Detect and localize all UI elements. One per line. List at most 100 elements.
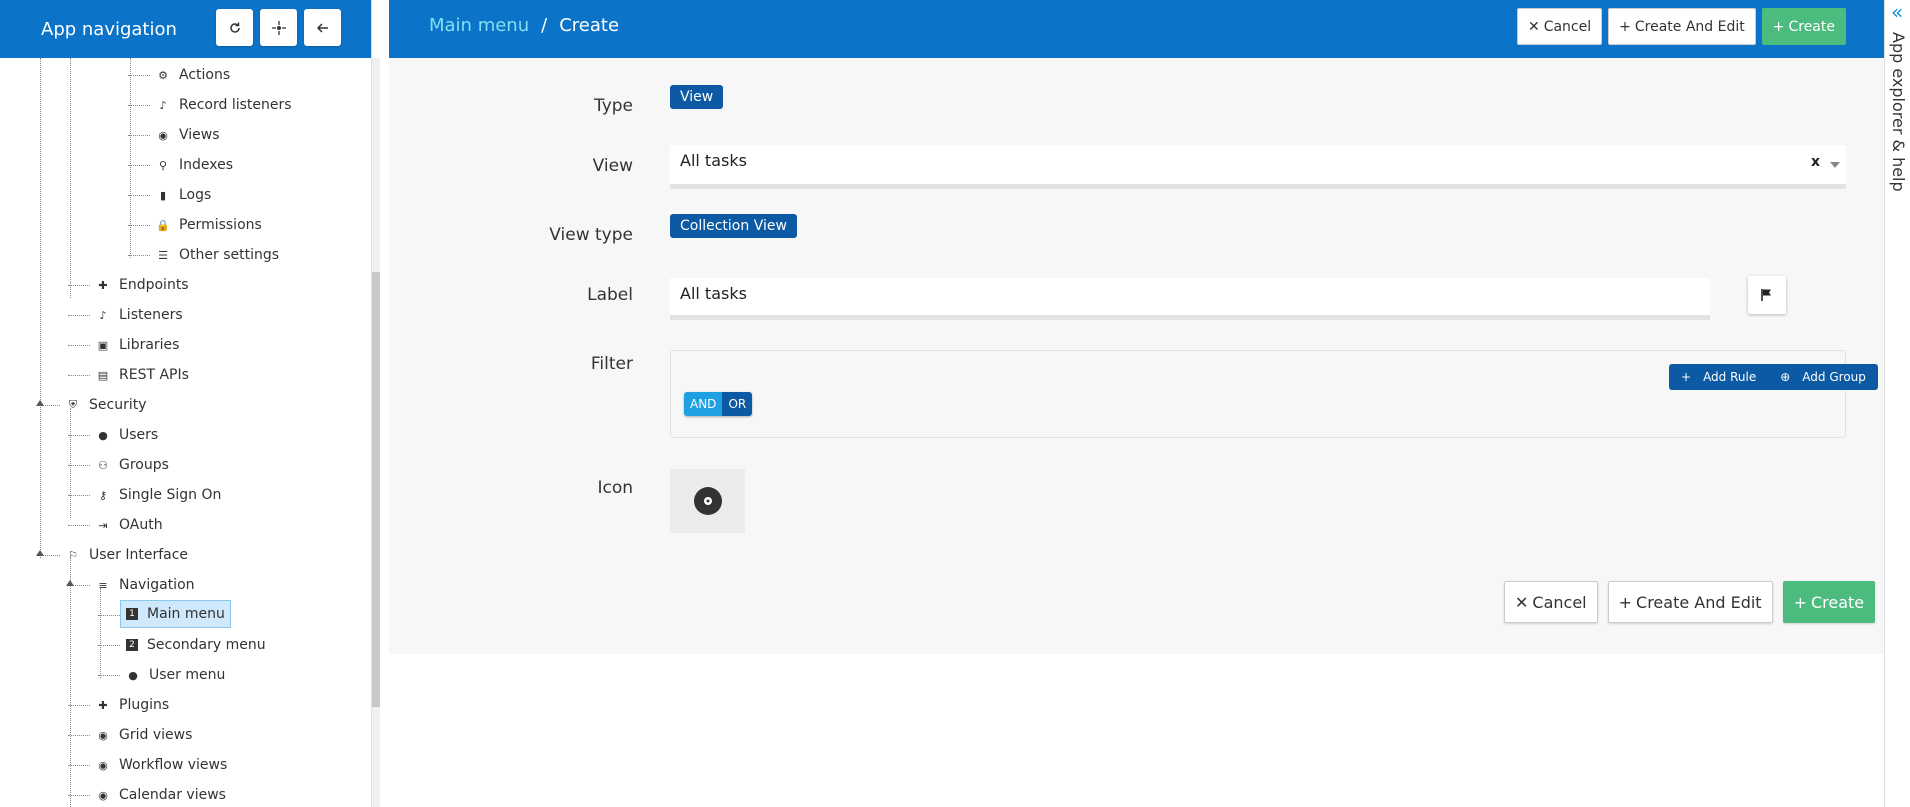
back-button[interactable] bbox=[304, 9, 341, 46]
tree-item-label: User Interface bbox=[89, 547, 189, 563]
tree-item-indexes[interactable]: ⚲ Indexes bbox=[156, 150, 233, 180]
label-field-label: Label bbox=[587, 285, 633, 305]
close-icon: ✕ bbox=[1527, 18, 1540, 35]
tree-connector bbox=[68, 525, 90, 526]
tree-connector bbox=[98, 645, 120, 646]
eye-icon: ◉ bbox=[98, 758, 108, 772]
translate-flag-button[interactable] bbox=[1748, 276, 1786, 314]
tree-item-views[interactable]: ◉ Views bbox=[156, 120, 220, 150]
tree-item-label: REST APIs bbox=[119, 367, 189, 383]
tree-connector bbox=[68, 345, 90, 346]
tree-connector bbox=[98, 615, 120, 616]
tree-item-main-menu[interactable]: 1 Main menu bbox=[120, 600, 231, 628]
tree-item-user-menu[interactable]: ● User menu bbox=[126, 660, 225, 690]
locate-button[interactable] bbox=[260, 9, 297, 46]
type-label: Type bbox=[593, 96, 633, 116]
caret-expanded-icon[interactable] bbox=[66, 580, 74, 586]
tree-connector bbox=[128, 195, 150, 196]
nav-header: App navigation bbox=[0, 0, 371, 58]
tree-item-user-interface[interactable]: ⚐ User Interface bbox=[66, 540, 188, 570]
type-tag[interactable]: View bbox=[670, 85, 724, 109]
bookmark-icon: ▮ bbox=[159, 188, 167, 202]
tree-item-security[interactable]: ⛨ Security bbox=[66, 390, 147, 420]
tree-item-rest-apis[interactable]: ▤ REST APIs bbox=[96, 360, 189, 390]
tree-item-permissions[interactable]: 🔒 Permissions bbox=[156, 210, 262, 240]
tree-connector bbox=[128, 255, 150, 256]
tree-item-listeners[interactable]: ♪ Listeners bbox=[96, 300, 182, 330]
tree-item-users[interactable]: ● Users bbox=[96, 420, 158, 450]
tree-item-label: OAuth bbox=[119, 517, 163, 533]
tree-item-groups[interactable]: ⚇ Groups bbox=[96, 450, 169, 480]
tree-item-label: Views bbox=[179, 127, 220, 143]
create-and-edit-label: Create And Edit bbox=[1636, 592, 1762, 612]
caret-expanded-icon[interactable] bbox=[36, 400, 44, 406]
cancel-button-bottom[interactable]: ✕ Cancel bbox=[1504, 581, 1598, 623]
breadcrumb: Main menu / Create bbox=[429, 15, 619, 36]
tree-item-other-settings[interactable]: ☰ Other settings bbox=[156, 240, 279, 270]
view-clear-button[interactable]: x bbox=[1811, 154, 1820, 170]
create-label: Create bbox=[1810, 592, 1865, 612]
user-circle-icon: ● bbox=[98, 428, 108, 442]
tree-guide-line bbox=[40, 58, 41, 558]
tree-item-label: Actions bbox=[179, 67, 231, 83]
tree-item-single-sign-on[interactable]: ⚷ Single Sign On bbox=[96, 480, 221, 510]
nav-title: App navigation bbox=[41, 18, 177, 40]
tree-item-libraries[interactable]: ▣ Libraries bbox=[96, 330, 180, 360]
view-type-tag[interactable]: Collection View bbox=[670, 214, 797, 238]
and-button[interactable]: AND bbox=[684, 392, 723, 416]
tree-item-actions[interactable]: ⚙ Actions bbox=[156, 60, 230, 90]
tree-guide-line bbox=[100, 588, 101, 678]
tree-item-grid-views[interactable]: ◉ Grid views bbox=[96, 720, 192, 750]
top-actions: ✕ Cancel + Create And Edit + Create bbox=[1516, 8, 1846, 45]
app-explorer-label[interactable]: App explorer & help bbox=[1889, 32, 1908, 192]
rule-buttons: + Add Rule ⊕ Add Group bbox=[1669, 364, 1878, 390]
tree-item-label: Logs bbox=[179, 187, 212, 203]
tree-item-navigation[interactable]: ≡ Navigation bbox=[96, 570, 194, 600]
shield-icon: ⛨ bbox=[68, 398, 78, 411]
tree-item-label: Grid views bbox=[119, 727, 193, 743]
refresh-button[interactable] bbox=[216, 9, 253, 46]
ear-icon: ♪ bbox=[159, 98, 167, 112]
view-type-label: View type bbox=[549, 225, 633, 245]
add-group-button[interactable]: ⊕ Add Group bbox=[1768, 364, 1878, 390]
breadcrumb-main-menu-link[interactable]: Main menu bbox=[429, 15, 529, 36]
tree-item-record-listeners[interactable]: ♪ Record listeners bbox=[156, 90, 291, 120]
tree-item-workflow-views[interactable]: ◉ Workflow views bbox=[96, 750, 227, 780]
tree-item-oauth[interactable]: ⇥ OAuth bbox=[96, 510, 163, 540]
tree-item-endpoints[interactable]: ✚ Endpoints bbox=[96, 270, 189, 300]
or-button[interactable]: OR bbox=[722, 392, 753, 416]
tree-item-label: Endpoints bbox=[119, 277, 189, 293]
icon-picker[interactable] bbox=[670, 469, 745, 533]
tree-connector bbox=[68, 705, 90, 706]
label-input[interactable]: All tasks bbox=[670, 278, 1710, 320]
add-rule-button[interactable]: + Add Rule bbox=[1669, 364, 1768, 390]
create-and-edit-label: Create And Edit bbox=[1634, 18, 1745, 35]
create-and-edit-button[interactable]: + Create And Edit bbox=[1608, 8, 1756, 45]
number-1-icon: 1 bbox=[126, 608, 138, 620]
tree-item-secondary-menu[interactable]: 2 Secondary menu bbox=[126, 630, 266, 660]
double-chevron-left-icon[interactable]: « bbox=[1891, 0, 1903, 24]
tree-item-label: Users bbox=[119, 427, 159, 443]
tree-item-logs[interactable]: ▮ Logs bbox=[156, 180, 211, 210]
form-area: Type View View All tasks x View type Col… bbox=[389, 58, 1884, 654]
ui-icon: ⚐ bbox=[68, 548, 78, 562]
number-2-icon: 2 bbox=[126, 639, 138, 651]
tree-item-label: Calendar views bbox=[119, 787, 226, 803]
create-and-edit-button-bottom[interactable]: + Create And Edit bbox=[1607, 581, 1773, 623]
tree-item-plugins[interactable]: ✚ Plugins bbox=[96, 690, 169, 720]
plus-icon: + bbox=[1619, 18, 1631, 35]
chevron-down-icon[interactable] bbox=[1830, 162, 1840, 168]
nav-scrollbar-thumb[interactable] bbox=[372, 272, 380, 707]
flag-icon bbox=[1761, 289, 1771, 301]
cancel-label: Cancel bbox=[1532, 592, 1587, 612]
nav-tools bbox=[216, 9, 341, 46]
cancel-button[interactable]: ✕ Cancel bbox=[1516, 8, 1603, 45]
view-select[interactable]: All tasks bbox=[670, 145, 1846, 189]
tree-item-calendar-views[interactable]: ◉ Calendar views bbox=[96, 780, 226, 807]
app-explorer-panel[interactable]: « App explorer & help bbox=[1884, 0, 1910, 807]
create-button-bottom[interactable]: + Create bbox=[1782, 581, 1876, 623]
puzzle-icon: ✚ bbox=[98, 278, 108, 292]
create-button[interactable]: + Create bbox=[1761, 8, 1846, 45]
plus-icon: + bbox=[1772, 18, 1785, 35]
caret-expanded-icon[interactable] bbox=[36, 550, 44, 556]
